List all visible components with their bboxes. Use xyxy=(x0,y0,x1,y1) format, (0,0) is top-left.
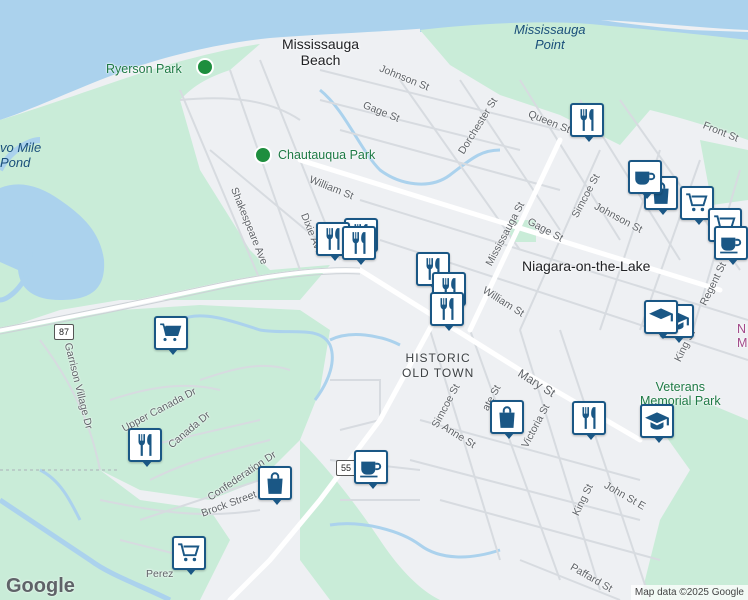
shopping-cart-icon xyxy=(178,543,200,562)
highway-shield-55: 55 xyxy=(336,460,356,476)
graduation-cap-icon xyxy=(649,308,673,322)
district-label-historic-old-town: HISTORIC OLD TOWN xyxy=(402,351,475,380)
shopping-bag-icon xyxy=(499,406,515,428)
fork-knife-icon xyxy=(352,232,366,254)
shopping-cart-icon xyxy=(160,323,182,342)
shopping-bag-icon xyxy=(267,472,283,494)
museum-label-partial: N M xyxy=(737,322,748,350)
park-pin-icon-chautauqua[interactable] xyxy=(254,146,272,164)
school-marker[interactable] xyxy=(644,300,678,339)
street-label: Perez xyxy=(146,568,174,580)
fork-knife-icon xyxy=(580,109,594,131)
fork-knife-icon xyxy=(440,298,454,320)
cafe-marker[interactable] xyxy=(628,160,662,199)
water-label-two-mile-pond: vo Mile Pond xyxy=(0,140,42,170)
highway-shield-87: 87 xyxy=(54,324,74,340)
coffee-cup-icon xyxy=(635,171,656,185)
school-marker[interactable] xyxy=(640,404,674,443)
restaurant-marker[interactable] xyxy=(430,292,464,331)
restaurant-marker[interactable] xyxy=(570,103,604,142)
shopping-marker[interactable] xyxy=(258,466,292,505)
park-label-chautauqua[interactable]: Chautauqua Park xyxy=(278,148,375,162)
google-logo: Google xyxy=(6,575,75,597)
shopping-cart-icon xyxy=(686,193,708,212)
park-pin-icon-ryerson[interactable] xyxy=(196,58,214,76)
restaurant-marker[interactable] xyxy=(572,401,606,440)
restaurant-marker[interactable] xyxy=(342,226,376,265)
fork-knife-icon xyxy=(582,407,596,429)
map-base-layer xyxy=(0,0,748,600)
grocery-marker[interactable] xyxy=(154,316,188,355)
water-label-mississauga-point: Mississauga Point xyxy=(514,22,586,52)
park-label-ryerson[interactable]: Ryerson Park xyxy=(106,62,182,76)
place-label-mississauga-beach: Mississauga Beach xyxy=(282,36,360,68)
coffee-cup-icon xyxy=(360,461,382,478)
cafe-marker[interactable] xyxy=(354,450,388,489)
fork-knife-icon xyxy=(138,434,152,456)
map-canvas[interactable]: Mississauga Beach Mississauga Point Niag… xyxy=(0,0,748,600)
restaurant-marker[interactable] xyxy=(128,428,162,467)
coffee-cup-icon xyxy=(720,237,742,254)
cafe-marker[interactable] xyxy=(714,226,748,265)
shopping-marker[interactable] xyxy=(490,400,524,439)
grocery-marker[interactable] xyxy=(172,536,206,575)
place-label-niagara-on-the-lake: Niagara-on-the-Lake xyxy=(522,258,651,274)
graduation-cap-icon xyxy=(645,412,669,430)
map-attribution: Map data ©2025 Google xyxy=(630,585,748,600)
